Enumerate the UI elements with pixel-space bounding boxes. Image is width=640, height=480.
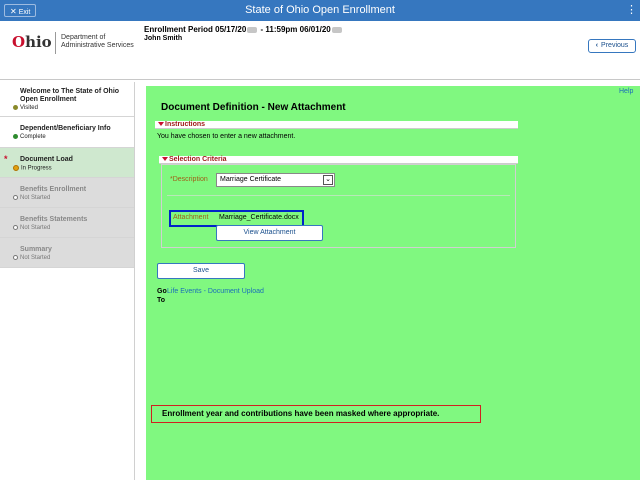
- previous-button[interactable]: ‹ Previous: [588, 39, 636, 53]
- step-status: Not Started: [13, 255, 50, 262]
- app-title: State of Ohio Open Enrollment: [245, 4, 395, 16]
- logo-dept-line2: Administrative Services: [61, 42, 134, 49]
- not-started-status-icon: [13, 195, 18, 200]
- step-label: Summary: [20, 246, 52, 253]
- collapse-triangle-icon: [162, 157, 168, 161]
- sidebar-item-summary[interactable]: Summary Not Started: [0, 238, 134, 268]
- sidebar-item-benefits-statements[interactable]: Benefits Statements Not Started: [0, 208, 134, 238]
- complete-status-icon: [13, 134, 18, 139]
- not-started-status-icon: [13, 225, 18, 230]
- goto-label: Go To: [157, 288, 167, 304]
- sidebar-item-welcome[interactable]: Welcome to The State of Ohio Open Enroll…: [0, 82, 134, 117]
- step-status: Visited: [13, 105, 38, 112]
- instructions-section-header[interactable]: Instructions: [155, 121, 518, 129]
- sidebar-item-document-load[interactable]: * Document Load In Progress: [0, 148, 134, 178]
- masking-notice: Enrollment year and contributions have b…: [151, 405, 481, 423]
- selection-criteria-heading: Selection Criteria: [169, 156, 227, 163]
- masked-year: [247, 26, 258, 33]
- sidebar-item-benefits-enrollment[interactable]: Benefits Enrollment Not Started: [0, 178, 134, 208]
- step-status: Not Started: [13, 195, 50, 202]
- chevron-down-icon: ⌄: [323, 175, 333, 185]
- not-started-status-icon: [13, 255, 18, 260]
- selection-criteria-box: [161, 164, 516, 248]
- previous-label: Previous: [601, 42, 629, 49]
- description-label: *Description: [170, 176, 208, 183]
- step-status: Complete: [13, 134, 46, 141]
- step-status: Not Started: [13, 225, 50, 232]
- app-titlebar: ✕ Exit State of Ohio Open Enrollment ⋮: [0, 0, 640, 21]
- user-name: John Smith: [144, 35, 183, 42]
- sidebar-item-dependent-info[interactable]: Dependent/Beneficiary Info Complete: [0, 117, 134, 148]
- in-progress-status-icon: [13, 165, 19, 171]
- help-link[interactable]: Help: [619, 88, 633, 95]
- enrollment-steps-sidebar: Welcome to The State of Ohio Open Enroll…: [0, 82, 135, 480]
- save-button[interactable]: Save: [157, 263, 245, 279]
- attachment-label: Attachment: [173, 214, 209, 221]
- description-value: Marriage Certificate: [220, 176, 282, 183]
- logo-department-text: Department of Administrative Services: [61, 34, 134, 50]
- instructions-heading: Instructions: [165, 121, 206, 128]
- page-title: Document Definition - New Attachment: [161, 102, 346, 113]
- description-select[interactable]: Marriage Certificate ⌄: [216, 173, 335, 187]
- logo-dept-line1: Department of: [61, 34, 106, 41]
- more-options-icon[interactable]: ⋮: [626, 4, 637, 17]
- enrollment-period: Enrollment Period 05/17/20 - 11:59pm 06/…: [144, 25, 343, 34]
- masked-year: [331, 26, 342, 33]
- ohio-logo: Ohio: [12, 33, 52, 51]
- page-header: Ohio Department of Administrative Servic…: [0, 21, 640, 80]
- step-label: Benefits Statements: [20, 216, 88, 223]
- step-label: Benefits Enrollment: [20, 186, 87, 193]
- step-label: Dependent/Beneficiary Info: [20, 125, 111, 132]
- selection-criteria-section-header[interactable]: Selection Criteria: [159, 156, 518, 164]
- visited-status-icon: [13, 105, 18, 110]
- chevron-left-icon: ‹: [595, 42, 599, 49]
- step-label: Welcome to The State of Ohio Open Enroll…: [20, 88, 120, 103]
- view-attachment-button[interactable]: View Attachment: [216, 225, 323, 241]
- enrollment-period-end: - 11:59pm 06/01/20: [258, 25, 331, 34]
- step-label: Document Load: [20, 156, 73, 163]
- logo-divider: [55, 32, 56, 54]
- step-status: In Progress: [13, 165, 52, 173]
- attachment-filename: Marriage_Certificate.docx: [219, 214, 299, 221]
- life-events-document-upload-link[interactable]: Life Events - Document Upload: [167, 287, 264, 296]
- enrollment-period-start: Enrollment Period 05/17/20: [144, 25, 247, 34]
- current-step-marker: *: [4, 154, 8, 164]
- collapse-triangle-icon: [158, 122, 164, 126]
- instructions-text: You have chosen to enter a new attachmen…: [157, 133, 296, 140]
- divider: [167, 195, 510, 196]
